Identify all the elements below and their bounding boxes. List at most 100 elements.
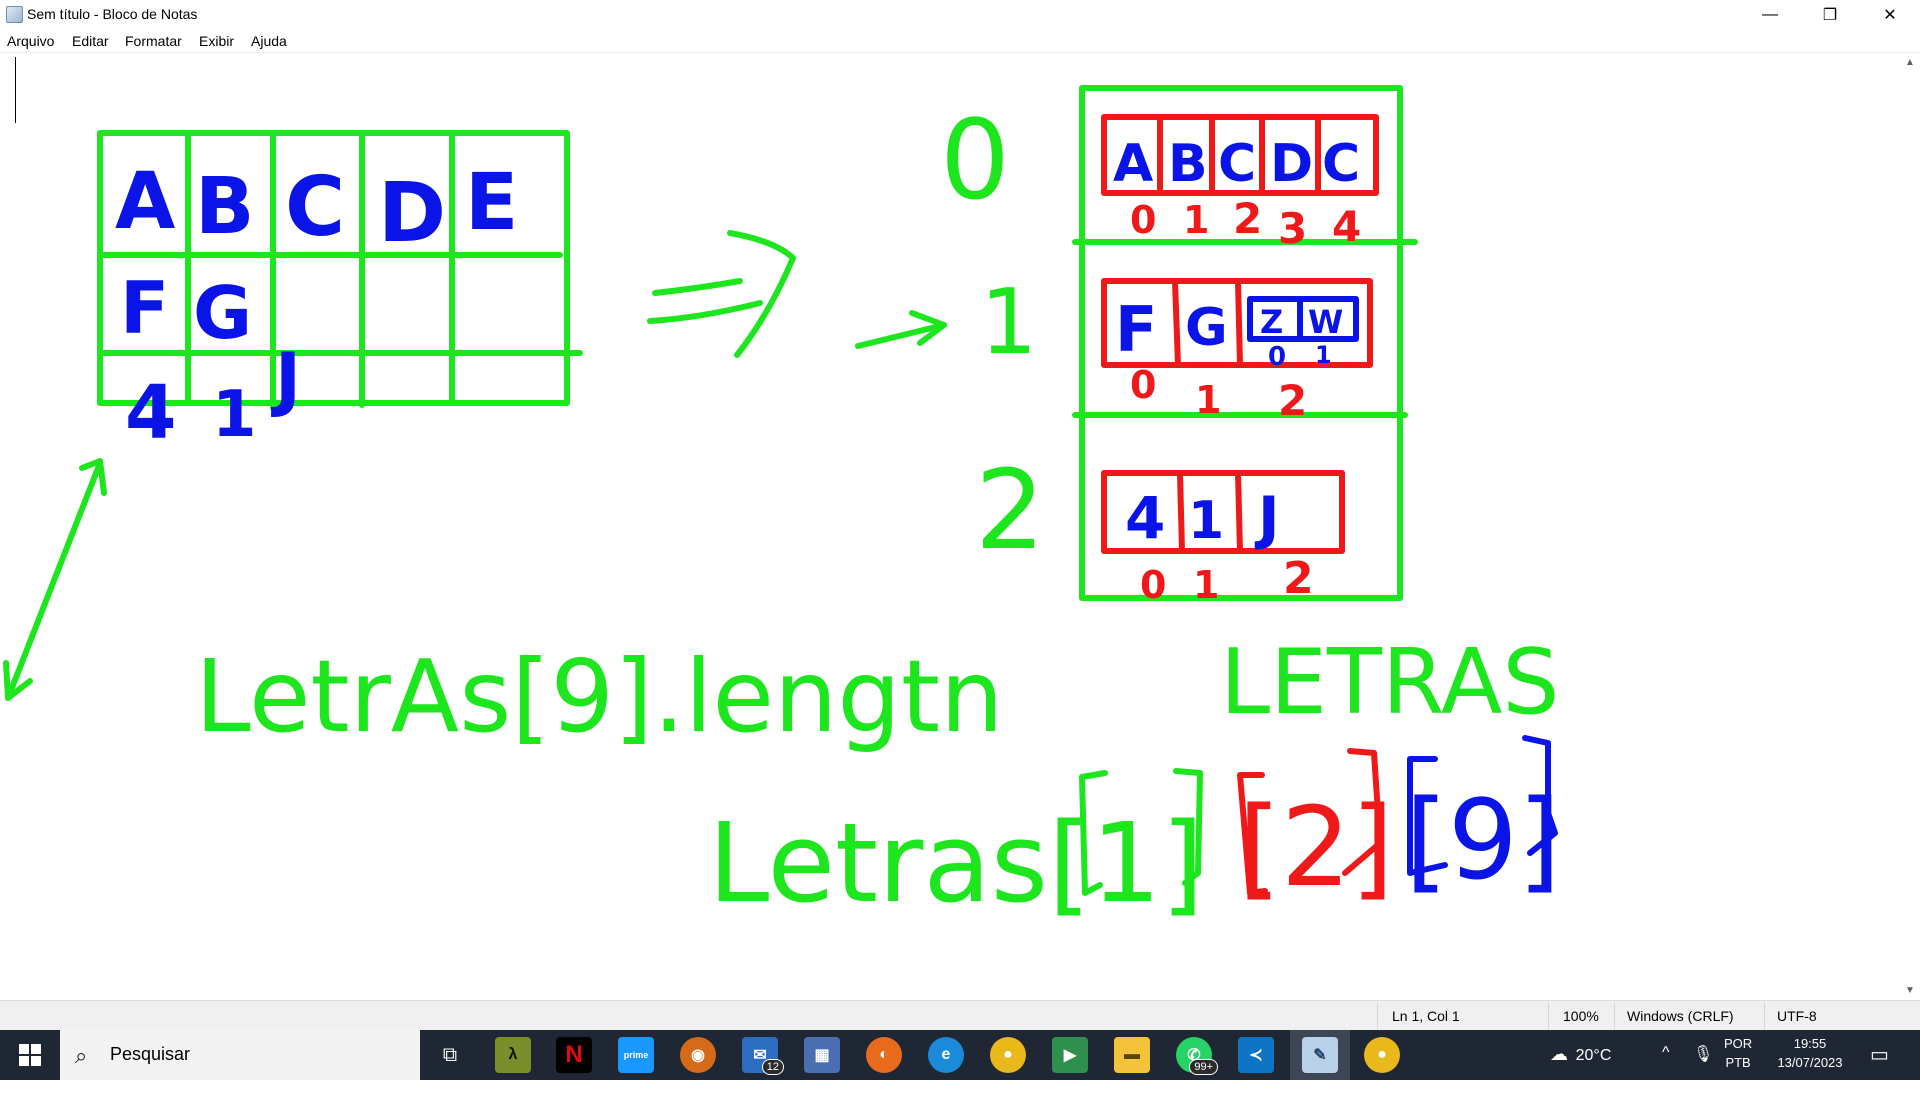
store-icon[interactable]: ▦ [804,1037,840,1073]
text-lengtn: LetrAs[9].lengtn [195,638,1004,755]
text-letras-index-green: Letras[1] [708,799,1204,927]
implies-arrow [647,230,796,358]
grid-letter-j: J [271,338,301,420]
language-indicator[interactable]: POR PTB [1724,1036,1752,1086]
box2-index-1: 1 [1193,563,1219,607]
taskbar: ⌕ Pesquisar ⧉ λ N prime ◉ ✉ 12 ▦ ◐ e ● ▶ … [0,1030,1920,1080]
box0-letter-4: C [1322,134,1360,194]
line-ending: Windows (CRLF) [1627,1008,1734,1024]
grid-letter-c: C [285,160,345,255]
box0-letter-2: C [1218,134,1256,194]
box1-inner-index-1: 1 [1315,341,1332,369]
menu-ajuda[interactable]: Ajuda [251,33,287,49]
menu-bar: Arquivo Editar Formatar Exibir Ajuda [0,30,1920,53]
microphone-icon[interactable]: 🎙 [1693,1044,1713,1094]
encoding: UTF-8 [1777,1008,1817,1024]
grid-digit-1: 1 [212,378,257,452]
diagonal-arrow [3,458,107,701]
box0-letter-3: D [1270,134,1313,194]
box1-letter-2: Z [1260,303,1283,341]
text-letras: LETRAS [1220,630,1560,735]
whatsapp-badge: 99+ [1189,1059,1218,1075]
edge-icon[interactable]: e [928,1037,964,1073]
box1-inner-index-0: 0 [1268,342,1286,372]
row-index-1: 1 [980,270,1037,375]
notification-icon[interactable]: ▭ [1870,1042,1889,1092]
box0-index-4: 4 [1332,202,1361,251]
box1-index-0: 0 [1130,363,1156,407]
minimize-button[interactable]: — [1740,0,1800,30]
box1-letter-3: W [1308,303,1343,341]
task-view-icon[interactable]: ⧉ [432,1037,468,1073]
file-explorer-icon[interactable]: ▬ [1114,1037,1150,1073]
text-letras-index-blue: [9] [1405,776,1561,904]
box0-index-1: 1 [1183,198,1209,242]
grid-letter-f: F [120,266,169,350]
window-title: Sem título - Bloco de Notas [27,6,198,22]
vertical-scrollbar[interactable]: ▲ ▼ [1900,53,1920,1000]
weather-cloud-icon: ☁ [1550,1044,1568,1064]
netflix-icon[interactable]: N [556,1037,592,1073]
row-index-0: 0 [940,96,1010,224]
box1-letter-0: F [1115,293,1157,366]
keyboard-layout: PTB [1725,1055,1751,1070]
box0-index-0: 0 [1130,198,1156,242]
lambda-app-icon[interactable]: λ [495,1037,531,1073]
index-arrow [855,310,947,349]
grid-letter-d: D [378,166,446,261]
box2-index-0: 0 [1140,563,1166,607]
box1-letter-1: G [1185,298,1228,358]
scroll-down-icon[interactable]: ▼ [1905,985,1915,996]
status-bar: Ln 1, Col 1 100% Windows (CRLF) UTF-8 [0,1000,1920,1031]
notepad-icon [6,6,23,23]
clock[interactable]: 19:55 13/07/2023 [1770,1036,1850,1086]
close-button[interactable]: ✕ [1860,0,1920,30]
prime-video-icon[interactable]: prime [618,1037,654,1073]
box2-digit-1: 1 [1188,491,1224,551]
menu-exibir[interactable]: Exibir [199,33,234,49]
notepad-taskbar-icon[interactable]: ✎ [1302,1037,1338,1073]
mail-icon[interactable]: ✉ 12 [742,1037,784,1075]
vscode-icon[interactable]: ≺ [1238,1037,1274,1073]
search-icon: ⌕ [75,1043,88,1068]
grid-digit-4: 4 [125,370,177,456]
maximize-button[interactable]: ❐ [1800,0,1860,30]
start-button[interactable] [0,1030,60,1080]
row-index-2: 2 [975,446,1045,574]
firefox-icon[interactable]: ◐ [866,1037,902,1073]
text-letras-index-red: [2] [1238,783,1394,911]
tray-overflow-icon[interactable]: ^ [1662,1044,1670,1094]
menu-arquivo[interactable]: Arquivo [7,33,54,49]
box1-index-2: 2 [1278,376,1307,425]
game-app-icon[interactable]: ◉ [680,1037,716,1073]
box2-letter-j: J [1254,484,1280,552]
language-code: POR [1724,1036,1753,1051]
box0-index-2: 2 [1233,194,1262,243]
search-box[interactable]: ⌕ Pesquisar [60,1030,420,1080]
whatsapp-icon[interactable]: ✆ 99+ [1176,1037,1218,1075]
search-placeholder: Pesquisar [110,1044,191,1064]
box2-digit-4: 4 [1125,484,1165,552]
box2-index-2: 2 [1283,553,1314,604]
weather-temp: 20°C [1575,1047,1612,1064]
cursor-position: Ln 1, Col 1 [1392,1008,1460,1024]
mail-badge: 12 [761,1059,784,1075]
windows-logo-icon [19,1044,41,1066]
grid-letter-b: B [195,162,254,252]
menu-formatar[interactable]: Formatar [125,33,182,49]
chrome-icon[interactable]: ● [990,1037,1026,1073]
clock-date: 13/07/2023 [1777,1055,1843,1070]
box1-index-1: 1 [1195,378,1221,422]
box0-index-3: 3 [1278,204,1307,253]
ink-drawing: A B C D E F G 4 1 J 0 1 2 A B C D C 0 1 … [3,85,1561,927]
grid-letter-g: G [193,271,252,355]
meet-icon[interactable]: ▶ [1052,1037,1088,1073]
scroll-up-icon[interactable]: ▲ [1905,57,1915,68]
zoom-level: 100% [1563,1008,1599,1024]
menu-editar[interactable]: Editar [72,33,109,49]
grid-letter-a: A [115,157,175,247]
box0-letter-1: B [1168,134,1208,194]
weather-widget[interactable]: ☁ 20°C [1550,1044,1611,1094]
chrome-profile-icon[interactable]: ● [1364,1037,1400,1073]
box0-letter-0: A [1113,134,1153,194]
